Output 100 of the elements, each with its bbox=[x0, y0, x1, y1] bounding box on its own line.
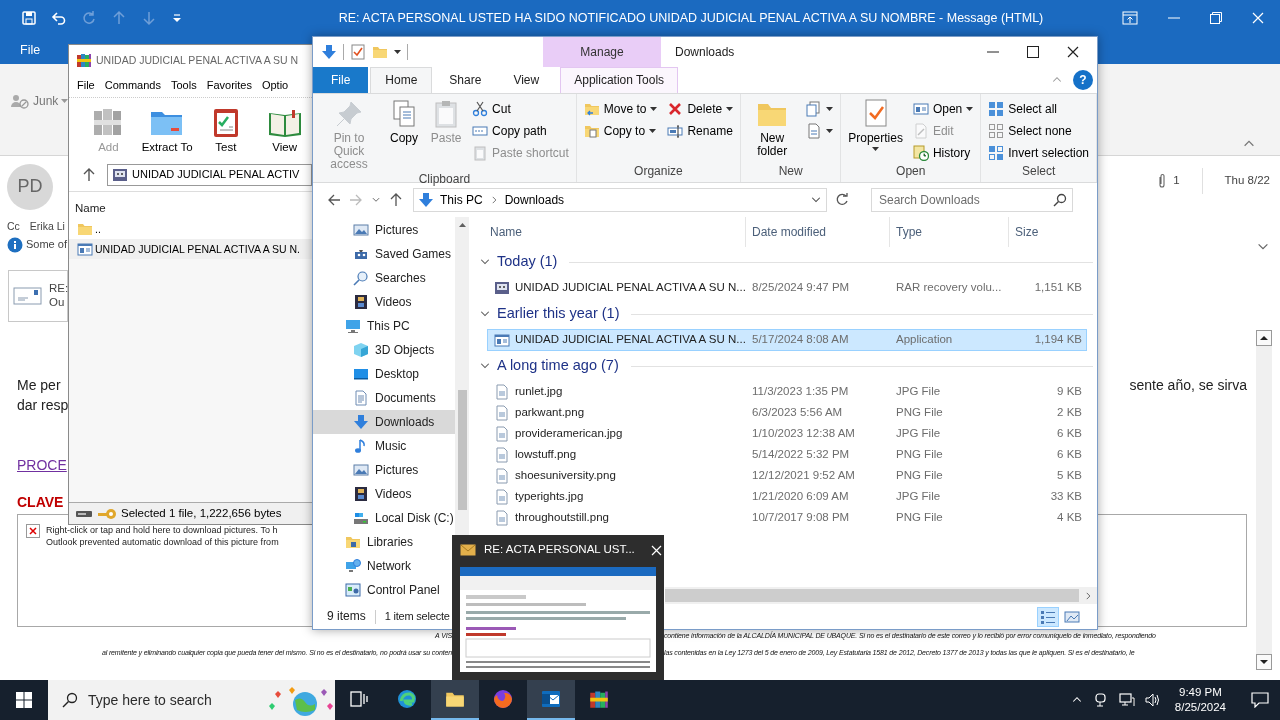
maximize-icon[interactable] bbox=[1027, 46, 1039, 58]
ribbon-button[interactable]: Delete bbox=[664, 98, 737, 120]
network-icon[interactable] bbox=[1118, 692, 1135, 708]
taskbar-button[interactable] bbox=[431, 680, 479, 720]
group-header[interactable]: Earlier this year (1) bbox=[497, 305, 620, 323]
toolbar-button[interactable]: View bbox=[257, 105, 312, 155]
menu-item[interactable]: Tools bbox=[171, 79, 197, 93]
file-row[interactable]: runlet.jpg 11/3/2023 1:35 PM JPG File 9 KB bbox=[487, 381, 1087, 402]
nav-item[interactable]: Documents bbox=[313, 386, 455, 410]
link[interactable]: PROCE bbox=[17, 457, 67, 474]
column-header[interactable]: Date modified bbox=[745, 217, 889, 247]
nav-item[interactable]: Pictures bbox=[313, 218, 455, 242]
file-row[interactable]: UNIDAD JUDICIAL PENAL ACTIVA A SU N... 5/17/2024 8:08 AM Application 1,194 KB bbox=[487, 329, 1087, 351]
ribbon-tab[interactable]: Home bbox=[370, 67, 433, 93]
ribbon-button[interactable]: Properties bbox=[845, 98, 906, 164]
nav-item[interactable]: Saved Games bbox=[313, 242, 455, 266]
file-tab[interactable]: File bbox=[20, 42, 41, 58]
webcam-icon[interactable] bbox=[1092, 692, 1109, 708]
ribbon-button[interactable]: Move to bbox=[580, 98, 661, 120]
scrollbar[interactable] bbox=[455, 217, 469, 535]
column-header[interactable]: Type bbox=[889, 217, 1008, 247]
toolbar-button[interactable]: Extract To bbox=[139, 105, 195, 155]
file-row[interactable]: .. bbox=[69, 219, 312, 239]
menu-item[interactable]: Optio bbox=[261, 79, 289, 93]
menu-item[interactable]: Commands bbox=[104, 79, 161, 93]
breadcrumb[interactable]: Downloads bbox=[504, 192, 565, 208]
junk-button[interactable]: Junk bbox=[10, 93, 69, 109]
scrollbar[interactable] bbox=[1256, 330, 1272, 670]
file-row[interactable]: parkwant.png 6/3/2023 5:56 AM PNG File 2 KB bbox=[487, 402, 1087, 423]
file-row[interactable]: lowstuff.png 5/14/2022 5:32 PM PNG File 6 KB bbox=[487, 444, 1087, 465]
download-arrow-icon[interactable] bbox=[321, 44, 337, 60]
ribbon-button[interactable]: Select none bbox=[985, 120, 1092, 142]
restore-icon[interactable] bbox=[1210, 12, 1222, 24]
scrollbar-thumb[interactable] bbox=[457, 390, 467, 510]
nav-item[interactable]: Videos bbox=[313, 482, 455, 506]
nav-item[interactable]: Pictures bbox=[313, 458, 455, 482]
ribbon-tab[interactable]: Share bbox=[434, 67, 497, 93]
ribbon-tab[interactable]: File bbox=[313, 67, 369, 93]
ribbon-button[interactable]: Copy path bbox=[469, 120, 572, 142]
view-button[interactable] bbox=[1037, 606, 1059, 627]
notification-icon[interactable] bbox=[1251, 692, 1269, 708]
refresh-icon[interactable] bbox=[835, 193, 849, 207]
search-field[interactable]: Search Downloads bbox=[871, 188, 1073, 212]
toolbar-button[interactable]: Test bbox=[198, 105, 254, 155]
column-header[interactable]: Size bbox=[1008, 217, 1086, 247]
group-header[interactable]: A long time ago (7) bbox=[497, 357, 619, 375]
ribbon-button[interactable]: Open bbox=[909, 98, 977, 120]
file-row[interactable]: typerights.jpg 1/21/2020 6:09 AM JPG File 33 KB bbox=[487, 486, 1087, 507]
taskbar-button[interactable] bbox=[527, 680, 575, 720]
menu-item[interactable]: Favorites bbox=[206, 79, 252, 93]
ribbon-button[interactable]: History bbox=[909, 142, 977, 164]
nav-item[interactable]: Music bbox=[313, 434, 455, 458]
menu-item[interactable]: File bbox=[77, 79, 95, 93]
column-header[interactable]: Name bbox=[75, 202, 106, 216]
scrollbar[interactable] bbox=[665, 587, 1097, 604]
up-arrow-icon[interactable] bbox=[389, 193, 403, 207]
help-button[interactable]: ? bbox=[1073, 70, 1093, 90]
customize-icon[interactable] bbox=[171, 12, 183, 24]
back-icon[interactable] bbox=[327, 193, 341, 207]
ribbon-tab[interactable]: Application Tools bbox=[560, 67, 679, 93]
attachment-card[interactable]: RE: Ou bbox=[8, 270, 68, 322]
properties-icon[interactable] bbox=[350, 44, 366, 60]
path-field[interactable]: UNIDAD JUDICIAL PENAL ACTIV bbox=[107, 164, 312, 186]
file-row[interactable]: UNIDAD JUDICIAL PENAL ACTIVA A SU N. bbox=[69, 239, 312, 259]
nav-item[interactable]: Local Disk (C:) bbox=[313, 506, 455, 530]
ribbon-button[interactable]: Cut bbox=[469, 98, 572, 120]
scroll-up-icon[interactable] bbox=[1256, 330, 1272, 346]
up-arrow-icon[interactable] bbox=[83, 168, 95, 182]
nav-item[interactable]: Desktop bbox=[313, 362, 455, 386]
file-row[interactable]: throughoutstill.png 10/7/2017 9:08 PM PNG File 4 KB bbox=[487, 507, 1087, 528]
ribbon-button[interactable]: Select all bbox=[985, 98, 1092, 120]
nav-item[interactable]: This PC bbox=[313, 314, 455, 338]
ribbon-button[interactable]: Copy to bbox=[580, 120, 661, 142]
nav-item[interactable]: Downloads bbox=[313, 410, 455, 434]
nav-item[interactable]: Videos bbox=[313, 290, 455, 314]
ribbon-display-icon[interactable] bbox=[1122, 11, 1138, 25]
breadcrumb[interactable]: This PC bbox=[440, 192, 483, 208]
file-row[interactable]: shoesuniversity.png 12/12/2021 9:52 AM PNG File 5 KB bbox=[487, 465, 1087, 486]
group-header[interactable]: Today (1) bbox=[497, 253, 558, 271]
scroll-down-icon[interactable] bbox=[1256, 654, 1272, 670]
ribbon-button[interactable]: Invert selection bbox=[985, 142, 1092, 164]
nav-item[interactable]: Control Panel bbox=[313, 578, 455, 602]
nav-item[interactable]: Network bbox=[313, 554, 455, 578]
close-icon[interactable] bbox=[1067, 46, 1079, 58]
ribbon-button[interactable]: New folder bbox=[745, 98, 800, 164]
clock[interactable]: 9:49 PM 8/25/2024 bbox=[1170, 685, 1230, 715]
ribbon-button[interactable]: Rename bbox=[664, 120, 737, 142]
file-row[interactable]: UNIDAD JUDICIAL PENAL ACTIVA A SU N... 8/25/2024 9:47 PM RAR recovery volu... 1,151 KB bbox=[487, 277, 1087, 299]
nav-item[interactable]: Searches bbox=[313, 266, 455, 290]
ribbon-tab[interactable]: View bbox=[498, 67, 555, 93]
file-row[interactable]: provideramerican.jpg 1/10/2023 12:38 AM JPG File 6 KB bbox=[487, 423, 1087, 444]
search-box[interactable]: Type here to search bbox=[48, 680, 335, 720]
address-bar[interactable]: This PC Downloads bbox=[413, 188, 827, 212]
undo-icon[interactable] bbox=[51, 10, 67, 26]
ribbon-button[interactable]: Copy bbox=[385, 98, 424, 172]
nav-item[interactable]: 3D Objects bbox=[313, 338, 455, 362]
nav-item[interactable]: Libraries bbox=[313, 530, 455, 554]
column-header[interactable]: Name bbox=[487, 224, 745, 240]
save-icon[interactable] bbox=[21, 10, 37, 26]
speaker-icon[interactable] bbox=[1144, 692, 1161, 708]
